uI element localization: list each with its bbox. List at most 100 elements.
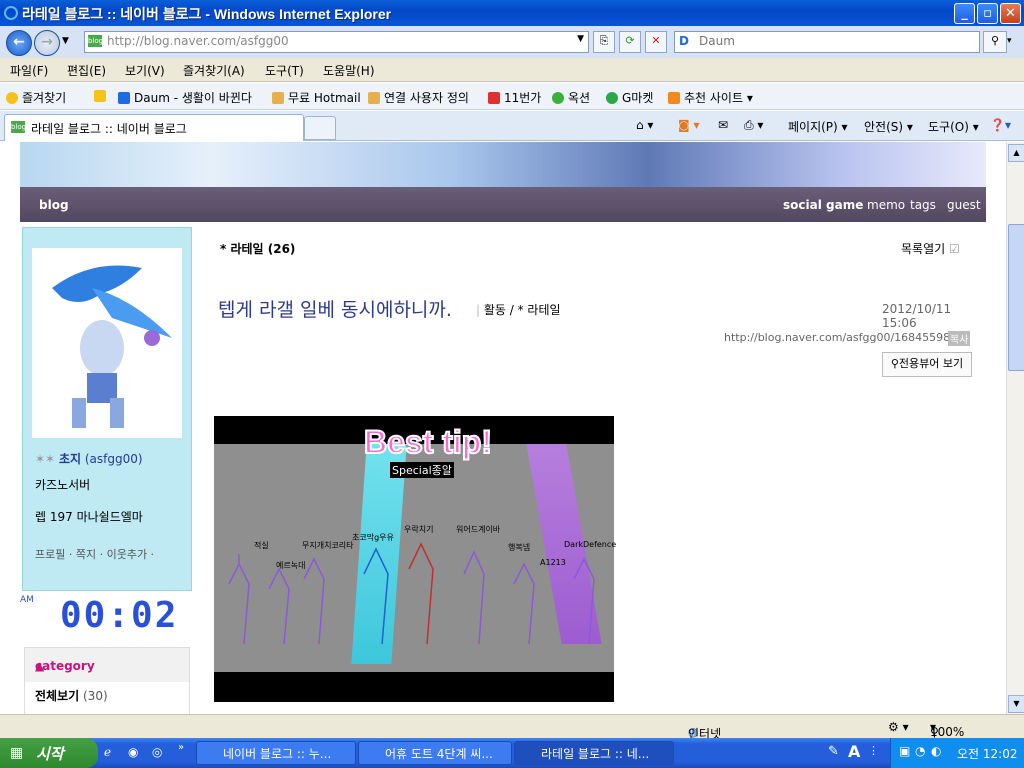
address-dropdown-icon[interactable]: ▼ xyxy=(577,34,584,44)
print-icon[interactable]: ⎙ ▾ xyxy=(744,118,763,133)
mail-icon[interactable]: ✉ xyxy=(718,118,728,132)
refresh-icon[interactable]: ⟳ xyxy=(619,31,641,53)
fav-auction[interactable]: 옥션 xyxy=(552,89,590,106)
viewer-button[interactable]: ⚲전용뷰어 보기 xyxy=(882,352,972,377)
fav-custom-links[interactable]: 연결 사용자 정의 xyxy=(368,89,469,106)
profile-links[interactable]: 프로필 · 쪽지 · 이웃추가 · xyxy=(35,546,154,562)
home-icon[interactable]: ⌂ ▾ xyxy=(636,118,653,132)
fav-daum[interactable]: Daum - 생활이 바뀐다 xyxy=(118,89,252,106)
ime-icon[interactable]: ✎ xyxy=(828,744,839,759)
windows-logo-icon: ▦ xyxy=(10,745,24,761)
search-box[interactable]: D xyxy=(674,31,980,53)
taskbar-window-1[interactable]: 네이버 블로그 :: 누... xyxy=(196,741,356,765)
nav-memo[interactable]: memo xyxy=(867,198,905,212)
post-title[interactable]: 텝게 라갤 일베 동시에하니까. xyxy=(218,295,452,322)
blog-nav-home[interactable]: blog xyxy=(39,198,69,212)
clock-ampm: AM xyxy=(20,595,34,605)
page-icon xyxy=(368,92,380,104)
tools-menu[interactable]: 도구(O) ▾ xyxy=(928,118,979,135)
start-button[interactable]: ▦ 시작 xyxy=(0,738,98,768)
maximize-button[interactable]: ▫ xyxy=(977,3,998,24)
quicklaunch-more-icon[interactable]: » xyxy=(178,742,184,753)
minimize-button[interactable]: _ xyxy=(954,3,975,24)
gmarket-icon xyxy=(606,92,618,104)
compatibility-view-icon[interactable]: ⎘ xyxy=(593,31,615,53)
volume-icon[interactable]: ◔ xyxy=(915,744,925,758)
page-viewport: blog social game memo tags guest ✶✶ 초지 (… xyxy=(0,142,1006,714)
scroll-thumb[interactable] xyxy=(1008,224,1024,371)
system-tray: ▣ ◔ ◐ 오전 12:02 xyxy=(890,738,1024,768)
forward-button[interactable]: → xyxy=(34,30,60,56)
help-icon[interactable]: ❓▾ xyxy=(990,118,1011,132)
post-date: 2012/10/11 15:06 xyxy=(882,302,952,330)
checkbox-icon: ☑ xyxy=(949,242,960,256)
daum-icon xyxy=(118,92,130,104)
fav-gmarket[interactable]: G마켓 xyxy=(606,89,653,106)
menu-file[interactable]: 파일(F) xyxy=(10,62,48,79)
nav-social-game[interactable]: social game xyxy=(783,198,863,212)
dancer-label: 예르녹대 xyxy=(276,561,306,570)
search-icon[interactable]: ⚲ xyxy=(983,31,1007,53)
ie-logo-icon xyxy=(4,6,18,20)
copy-url-button[interactable]: 복사 xyxy=(948,331,971,346)
stop-icon[interactable]: ✕ xyxy=(645,31,667,53)
safety-menu[interactable]: 안전(S) ▾ xyxy=(864,118,913,135)
quicklaunch-media-icon[interactable]: ◎ xyxy=(152,745,162,759)
address-field[interactable]: blog http://blog.naver.com/asfgg00 ▼ xyxy=(84,31,589,53)
ime-tools-icon[interactable]: ⋮ xyxy=(868,744,879,757)
tab-row: blog 라테일 블로그 :: 네이버 블로그 ⌂ ▾ ◙ ▾ ✉ ⎙ ▾ 페이… xyxy=(0,111,1024,141)
category-header[interactable]: category ▲ xyxy=(25,648,189,682)
auction-icon xyxy=(552,92,564,104)
status-bar: ◍ 인터넷 ⚙ ▾ ⚲ 100% ▾ xyxy=(0,714,1024,741)
back-button[interactable]: ← xyxy=(6,30,32,56)
ime-mode-icon[interactable]: A xyxy=(848,742,860,761)
add-favorite-button[interactable] xyxy=(94,89,110,103)
page-icon xyxy=(272,92,284,104)
taskbar: ▦ 시작 ℯ ◉ ◎ » 네이버 블로그 :: 누... 어휴 도트 4단계 씨… xyxy=(0,738,1024,768)
menu-edit[interactable]: 편집(E) xyxy=(67,62,106,79)
site-favicon-icon: blog xyxy=(88,35,104,47)
taskbar-window-3[interactable]: 라테일 블로그 :: 네... xyxy=(514,741,674,765)
fav-hotmail[interactable]: 무료 Hotmail xyxy=(272,89,361,106)
add-favorite-icon xyxy=(94,90,106,102)
profile-name[interactable]: ✶✶ 초지 (asfgg00) xyxy=(35,450,143,467)
scroll-down-icon[interactable]: ▼ xyxy=(1008,695,1024,713)
quicklaunch-browser-icon[interactable]: ◉ xyxy=(128,745,138,759)
post-image[interactable]: 적실 예르녹대 무지개치코리타 초코막g우유 우락치기 워어드계이바 행복넴 A… xyxy=(214,416,616,702)
taskbar-window-2[interactable]: 어휴 도트 4단계 씨... xyxy=(358,741,512,765)
tab-current[interactable]: blog 라테일 블로그 :: 네이버 블로그 xyxy=(4,114,304,141)
nav-guest[interactable]: guest xyxy=(947,198,981,212)
scroll-up-icon[interactable]: ▲ xyxy=(1008,144,1024,162)
search-input[interactable] xyxy=(697,33,961,49)
profile-image[interactable] xyxy=(32,248,182,438)
menu-favorites[interactable]: 즐겨찾기(A) xyxy=(183,62,245,79)
favorites-button[interactable]: 즐겨찾기 xyxy=(6,89,66,106)
zoom-control[interactable]: ⚲ 100% ▾ xyxy=(930,720,964,739)
site-favicon-icon: blog xyxy=(11,121,27,133)
tray-clock[interactable]: 오전 12:02 xyxy=(957,745,1017,762)
page-scrollbar[interactable]: ▲ ▼ xyxy=(1006,142,1024,714)
rss-feed-icon[interactable]: ◙ ▾ xyxy=(678,118,699,132)
collapse-icon[interactable]: ▲ xyxy=(35,659,44,673)
category-box: category ▲ 전체보기 (30) xyxy=(24,647,190,714)
list-toggle[interactable]: 목록열기 ☑ xyxy=(901,240,960,257)
quicklaunch-ie-icon[interactable]: ℯ xyxy=(104,745,111,759)
new-tab-button[interactable] xyxy=(304,116,336,140)
star-icon xyxy=(6,92,18,104)
network-icon[interactable]: ▣ xyxy=(899,744,910,758)
menu-tools[interactable]: 도구(T) xyxy=(265,62,304,79)
search-options-icon[interactable]: ▾ xyxy=(1007,36,1012,46)
tab-label: 라테일 블로그 :: 네이버 블로그 xyxy=(31,122,187,136)
post-category[interactable]: | 활동 / * 라테일 xyxy=(476,301,561,318)
category-all[interactable]: 전체보기 (30) xyxy=(35,687,108,704)
menu-help[interactable]: 도움말(H) xyxy=(323,62,375,79)
nav-tags[interactable]: tags xyxy=(910,198,936,212)
history-dropdown-icon[interactable]: ▼ xyxy=(62,36,69,46)
fav-11st[interactable]: 11번가 xyxy=(488,89,541,106)
close-button[interactable]: ✕ xyxy=(1000,3,1021,24)
tray-app-icon[interactable]: ◐ xyxy=(931,744,941,758)
fav-suggested-sites[interactable]: 추천 사이트 ▾ xyxy=(668,89,753,106)
protected-mode-icon[interactable]: ⚙ ▾ xyxy=(888,720,909,734)
page-menu[interactable]: 페이지(P) ▾ xyxy=(788,118,848,135)
menu-view[interactable]: 보기(V) xyxy=(125,62,165,79)
